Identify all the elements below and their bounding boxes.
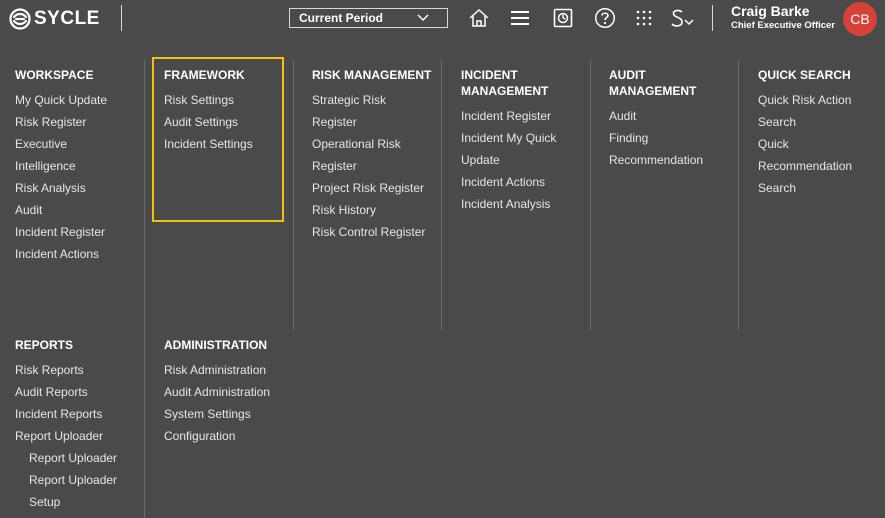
period-select[interactable]: Current Period [289,8,448,28]
menu-subitem-report-uploader-setup[interactable]: Report Uploader [15,469,117,491]
user-role: Chief Executive Officer [731,20,836,31]
audit-management-section: AUDIT MANAGEMENT Audit Finding Recommend… [609,67,703,171]
menu-subitem-setup[interactable]: Setup [15,491,117,513]
framework-section: FRAMEWORK Risk Settings Audit Settings I… [164,67,253,155]
incident-management-heading: INCIDENT MANAGEMENT [461,67,556,99]
column-divider [293,60,294,330]
menu-item-incident-actions[interactable]: Incident Actions [15,243,107,265]
menu-item-strategic-risk-register[interactable]: Register [312,111,431,133]
menu-item-recommendation[interactable]: Recommendation [609,149,703,171]
administration-section: ADMINISTRATION Risk Administration Audit… [164,337,270,447]
top-divider [121,5,122,31]
column-divider [738,60,739,330]
top-bar: SYCLE Current Period Craig Barke Chief E… [0,0,885,38]
menu-item-strategic-risk[interactable]: Strategic Risk [312,89,431,111]
dashboard-icon[interactable] [553,8,573,28]
menu-item-quick-risk-action-search[interactable]: Search [758,111,852,133]
menu-item-finding[interactable]: Finding [609,127,703,149]
quick-search-heading: QUICK SEARCH [758,68,851,82]
incident-management-heading-line1: INCIDENT [461,68,518,82]
sycle-logo[interactable]: SYCLE [9,8,100,30]
menu-item-incident-settings[interactable]: Incident Settings [164,133,253,155]
menu-item-report-uploader[interactable]: Report Uploader [15,425,117,447]
audit-management-heading-line1: AUDIT [609,68,646,82]
menu-item-system-settings[interactable]: System Settings [164,403,270,425]
help-icon[interactable] [594,7,616,29]
menu-item-configuration[interactable]: Configuration [164,425,270,447]
column-divider [590,60,591,330]
menu-item-incident-register[interactable]: Incident Register [15,221,107,243]
menu-item-incident-register[interactable]: Incident Register [461,105,556,127]
menu-item-risk-reports[interactable]: Risk Reports [15,359,117,381]
reports-heading: REPORTS [15,338,74,352]
menu-item-risk-settings[interactable]: Risk Settings [164,89,253,111]
period-select-value: Current Period [299,11,384,25]
avatar[interactable]: CB [843,2,877,36]
menu-item-incident-reports[interactable]: Incident Reports [15,403,117,425]
incident-management-section: INCIDENT MANAGEMENT Incident Register In… [461,67,556,215]
menu-item-executive[interactable]: Executive [15,133,107,155]
risk-management-section: RISK MANAGEMENT Strategic Risk Register … [312,67,431,243]
menu-item-incident-analysis[interactable]: Incident Analysis [461,193,556,215]
reports-section: REPORTS Risk Reports Audit Reports Incid… [15,337,117,513]
sycle-switcher-icon[interactable] [670,8,696,30]
menu-item-quick-risk-action[interactable]: Quick Risk Action [758,89,852,111]
risk-management-heading: RISK MANAGEMENT [312,68,432,82]
menu-subitem-report-uploader[interactable]: Report Uploader [15,447,117,469]
incident-management-heading-line2: MANAGEMENT [461,84,549,98]
menu-item-operational-risk-register[interactable]: Register [312,155,431,177]
grid-icon[interactable] [635,9,653,27]
menu-item-audit[interactable]: Audit [15,199,107,221]
chevron-down-icon [417,14,429,22]
user-name[interactable]: Craig Barke [731,3,810,19]
menu-item-incident-my-quick[interactable]: Incident My Quick [461,127,556,149]
workspace-heading: WORKSPACE [15,68,94,82]
menu-item-risk-administration[interactable]: Risk Administration [164,359,270,381]
menu-item-risk-history[interactable]: Risk History [312,199,431,221]
column-divider [144,60,145,518]
menu-item-risk-analysis[interactable]: Risk Analysis [15,177,107,199]
menu-icon[interactable] [510,9,530,27]
column-divider [441,60,442,330]
audit-management-heading: AUDIT MANAGEMENT [609,67,703,99]
menu-item-project-risk-register[interactable]: Project Risk Register [312,177,431,199]
home-icon[interactable] [468,7,490,29]
menu-item-quick-recommendation[interactable]: Quick [758,133,852,155]
brand-name: SYCLE [34,8,100,29]
menu-item-my-quick-update[interactable]: My Quick Update [15,89,107,111]
menu-item-intelligence[interactable]: Intelligence [15,155,107,177]
menu-item-risk-control-register[interactable]: Risk Control Register [312,221,431,243]
user-divider [712,5,713,31]
menu-item-recommendation-search[interactable]: Search [758,177,852,199]
menu-item-risk-register[interactable]: Risk Register [15,111,107,133]
menu-item-incident-my-quick-update[interactable]: Update [461,149,556,171]
menu-item-recommendation-label[interactable]: Recommendation [758,155,852,177]
menu-item-audit-administration[interactable]: Audit Administration [164,381,270,403]
sycle-logo-icon [9,8,31,30]
quick-search-section: QUICK SEARCH Quick Risk Action Search Qu… [758,67,852,199]
menu-item-audit-settings[interactable]: Audit Settings [164,111,253,133]
menu-item-audit-reports[interactable]: Audit Reports [15,381,117,403]
administration-heading: ADMINISTRATION [164,338,268,352]
audit-management-heading-line2: MANAGEMENT [609,84,697,98]
workspace-section: WORKSPACE My Quick Update Risk Register … [15,67,107,265]
framework-heading: FRAMEWORK [164,68,245,82]
menu-item-audit-mgmt-audit[interactable]: Audit [609,105,703,127]
menu-item-incident-actions[interactable]: Incident Actions [461,171,556,193]
menu-item-operational-risk[interactable]: Operational Risk [312,133,431,155]
